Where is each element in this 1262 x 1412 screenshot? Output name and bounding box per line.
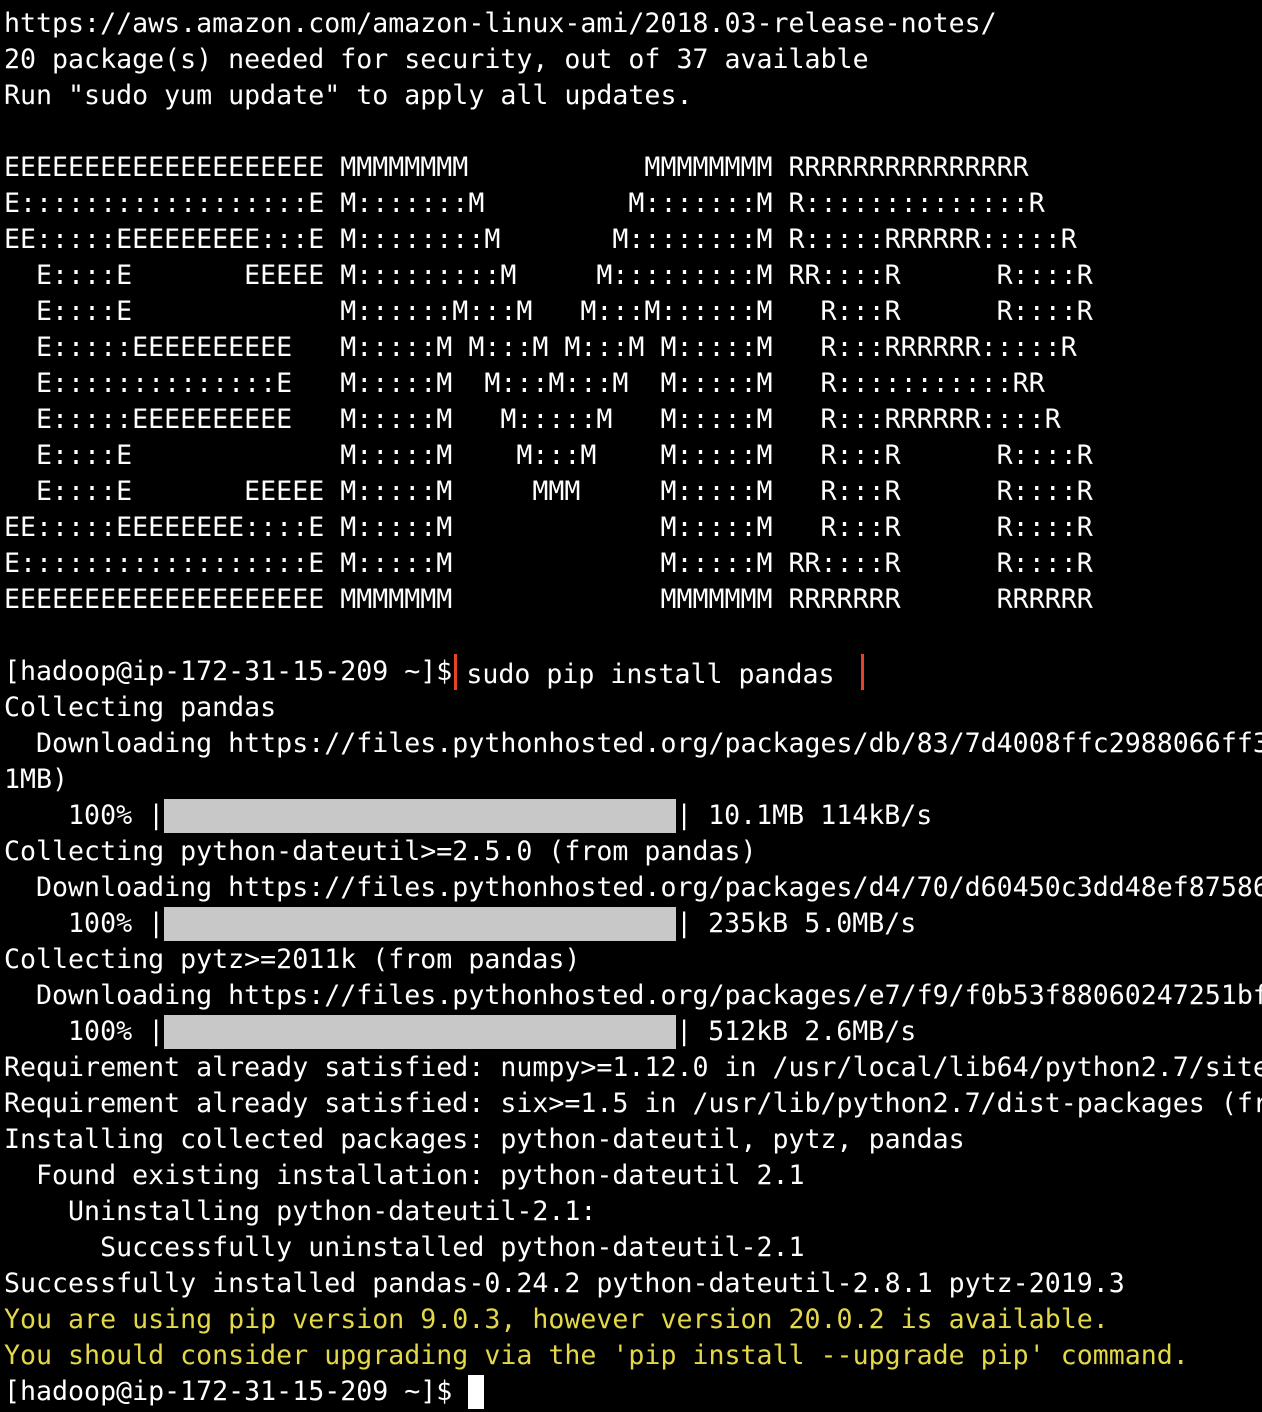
banner-line: E::::E EEEEE M:::::M MMM M:::::M R:::R R… [4, 476, 1093, 507]
output-collecting-pytz: Collecting pytz>=2011k (from pandas) [4, 944, 581, 975]
output-uninstalling: Uninstalling python-dateutil-2.1: [4, 1196, 597, 1227]
output-requirement-numpy: Requirement already satisfied: numpy>=1.… [4, 1052, 1262, 1083]
output-installed: Successfully installed pandas-0.24.2 pyt… [4, 1268, 1125, 1299]
progress-bar [164, 799, 677, 833]
output-downloading-pytz: Downloading https://files.pythonhosted.o… [4, 980, 1262, 1011]
banner-line: E::::E EEEEE M:::::::::M M:::::::::M RR:… [4, 260, 1093, 291]
banner-line: E::::E M:::::M M:::M M:::::M R:::R R::::… [4, 440, 1093, 471]
banner-line: EE:::::EEEEEEEE::::E M:::::M M:::::M R::… [4, 512, 1093, 543]
banner-line: E:::::EEEEEEEEEE M:::::M M:::::M M:::::M… [4, 404, 1061, 435]
banner-line: E::::::::::::::E M:::::M M:::M:::M M::::… [4, 368, 1045, 399]
progress-bar [164, 907, 677, 941]
banner-line: E::::E M::::::M:::M M:::M::::::M R:::R R… [4, 296, 1093, 327]
progress-bar [164, 1015, 677, 1049]
banner-line: E::::::::::::::::::E M:::::M M:::::M RR:… [4, 548, 1093, 579]
shell-prompt: [hadoop@ip-172-31-15-209 ~]$ [4, 656, 453, 687]
command-line: [hadoop@ip-172-31-15-209 ~]$ sudo pip ins… [4, 654, 1262, 690]
pip-upgrade-hint: You should consider upgrading via the 'p… [4, 1340, 1189, 1371]
banner-line: E:::::EEEEEEEEEE M:::::M M:::M M:::M M::… [4, 332, 1077, 363]
output-collecting-dateutil: Collecting python-dateutil>=2.5.0 (from … [4, 836, 757, 867]
active-prompt-line[interactable]: [hadoop@ip-172-31-15-209 ~]$ [4, 1374, 1262, 1410]
emr-ascii-banner: EEEEEEEEEEEEEEEEEEEE MMMMMMMM MMMMMMMM R… [4, 150, 1262, 618]
motd-security-packages: 20 package(s) needed for security, out o… [4, 44, 869, 75]
progress-label: 100% | [4, 1016, 165, 1047]
progress-line-pytz: 100% | | 512kB 2.6MB/s [4, 1014, 1262, 1050]
highlighted-command[interactable]: sudo pip install pandas [454, 654, 864, 690]
text-cursor [468, 1375, 485, 1409]
motd-release-notes-url: https://aws.amazon.com/amazon-linux-ami/… [4, 8, 997, 39]
banner-line: EEEEEEEEEEEEEEEEEEEE MMMMMMMM MMMMMMMM R… [4, 152, 1029, 183]
output-found-existing: Found existing installation: python-date… [4, 1160, 805, 1191]
output-installing: Installing collected packages: python-da… [4, 1124, 965, 1155]
output-requirement-six: Requirement already satisfied: six>=1.5 … [4, 1088, 1262, 1119]
progress-stats: | 235kB 5.0MB/s [676, 908, 917, 939]
output-downloading-dateutil: Downloading https://files.pythonhosted.o… [4, 872, 1262, 903]
output-downloading-pandas-size: 1MB) [4, 764, 69, 795]
progress-stats: | 10.1MB 114kB/s [676, 800, 933, 831]
progress-label: 100% | [4, 908, 165, 939]
output-collecting-pandas: Collecting pandas [4, 692, 277, 723]
output-downloading-pandas: Downloading https://files.pythonhosted.o… [4, 728, 1262, 759]
motd-update-hint: Run "sudo yum update" to apply all updat… [4, 80, 693, 111]
banner-line: EEEEEEEEEEEEEEEEEEEE MMMMMMM MMMMMMM RRR… [4, 584, 1093, 615]
progress-label: 100% | [4, 800, 165, 831]
shell-prompt: [hadoop@ip-172-31-15-209 ~]$ [4, 1376, 453, 1407]
progress-line-dateutil: 100% | | 235kB 5.0MB/s [4, 906, 1262, 942]
progress-stats: | 512kB 2.6MB/s [676, 1016, 917, 1047]
output-uninstalled: Successfully uninstalled python-dateutil… [4, 1232, 805, 1263]
pip-version-warning: You are using pip version 9.0.3, however… [4, 1304, 1109, 1335]
banner-line: E::::::::::::::::::E M:::::::M M:::::::M… [4, 188, 1045, 219]
terminal-window[interactable]: https://aws.amazon.com/amazon-linux-ami/… [4, 6, 1262, 1412]
progress-line-pandas: 100% | | 10.1MB 114kB/s [4, 798, 1262, 834]
banner-line: EE:::::EEEEEEEEE:::E M::::::::M M:::::::… [4, 224, 1077, 255]
